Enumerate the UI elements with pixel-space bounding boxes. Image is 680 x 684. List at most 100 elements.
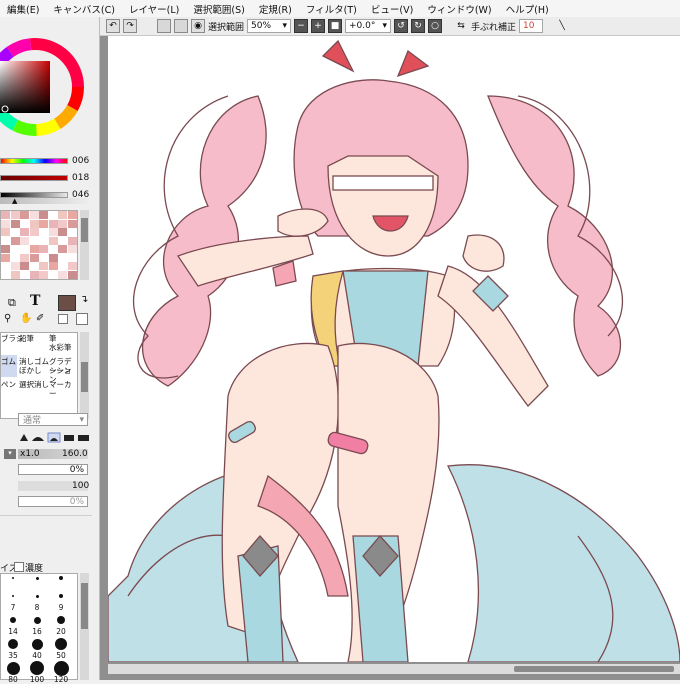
deselect-button[interactable] (157, 19, 171, 33)
color-swatch[interactable] (1, 228, 10, 236)
tool-fude[interactable]: 筆 (49, 334, 57, 343)
color-swatch[interactable] (39, 270, 48, 279)
color-swatch[interactable] (29, 270, 39, 279)
color-swatch[interactable] (58, 211, 67, 219)
brush-size-dot[interactable] (57, 616, 65, 624)
color-swatch[interactable] (29, 228, 39, 236)
menu-filter[interactable]: フィルタ(T) (299, 2, 364, 16)
zoom-in-icon[interactable]: + (311, 19, 326, 33)
color-swatch[interactable] (58, 245, 67, 253)
color-swatch[interactable] (10, 245, 20, 253)
brush-grid-scroll-thumb[interactable] (81, 583, 88, 629)
brush-size-dot[interactable] (30, 661, 44, 675)
stabilizer-select[interactable]: 10 (519, 19, 544, 33)
color-swatch[interactable] (10, 211, 20, 219)
zoom-tool-icon[interactable]: ⚲ (4, 313, 11, 324)
tool-pencil[interactable]: 鉛筆 (19, 334, 34, 343)
color-swatch[interactable] (58, 228, 67, 236)
color-swatch[interactable] (1, 270, 10, 279)
brush-size-dot[interactable] (8, 639, 18, 649)
min-density-field[interactable]: 0% (18, 496, 88, 507)
horizontal-scrollbar[interactable] (108, 664, 680, 674)
zoom-reset-icon[interactable]: ■ (328, 19, 343, 33)
color-swatch[interactable] (20, 253, 29, 262)
invert-selection-button[interactable] (174, 19, 188, 33)
color-swatch[interactable] (29, 211, 39, 219)
tool-eraser-alt[interactable]: 消しゴム (19, 357, 49, 366)
brush-size-dot[interactable] (55, 638, 67, 650)
color-swatch[interactable] (67, 211, 77, 219)
brush-shape-row[interactable] (18, 431, 98, 443)
tool-pen[interactable]: ペン (1, 380, 16, 389)
color-swatch[interactable] (58, 219, 67, 228)
color-swatch[interactable] (20, 236, 29, 245)
color-swatch[interactable] (48, 253, 58, 262)
menu-canvas[interactable]: キャンバス(C) (46, 2, 122, 16)
menu-layer[interactable]: レイヤー(L) (122, 2, 186, 16)
color-swatch[interactable] (39, 245, 48, 253)
color-swatch[interactable] (48, 236, 58, 245)
color-swatch[interactable] (10, 262, 20, 270)
brush-size-dot[interactable] (35, 594, 39, 598)
tool-scene[interactable]: シーン (49, 366, 71, 375)
brush-size-dot[interactable] (35, 576, 39, 580)
color-swatch[interactable] (67, 236, 77, 245)
color-swatch[interactable] (48, 219, 58, 228)
drawing-canvas[interactable] (108, 36, 680, 662)
color-swatch[interactable] (39, 219, 48, 228)
tool-grid-scrollbar[interactable] (80, 332, 89, 419)
swatch-scroll-thumb[interactable] (81, 218, 88, 242)
brush-size-dot[interactable] (31, 638, 43, 650)
hue-slider[interactable] (0, 158, 68, 164)
eyedropper-icon[interactable]: ✐ (36, 313, 44, 324)
color-swatch[interactable] (39, 262, 48, 270)
color-swatch[interactable] (67, 245, 77, 253)
main-color-swatch[interactable] (58, 295, 76, 311)
transparent-color-swatch[interactable] (76, 313, 88, 325)
hand-tool-icon[interactable]: ✋ (20, 313, 32, 324)
tool-grid-scroll-thumb[interactable] (81, 362, 88, 392)
min-size-field[interactable]: 0% (18, 464, 88, 475)
rotate-right-icon[interactable]: ↻ (411, 19, 426, 33)
color-swatch[interactable] (67, 219, 77, 228)
zoom-out-icon[interactable]: − (294, 19, 309, 33)
rotate-left-icon[interactable]: ↺ (394, 19, 409, 33)
color-swatch[interactable] (10, 270, 20, 279)
color-swatch[interactable] (58, 253, 67, 262)
color-swatch[interactable] (48, 211, 58, 219)
brush-size-dot[interactable] (12, 595, 14, 597)
color-swatch[interactable] (39, 236, 48, 245)
color-swatch[interactable] (67, 270, 77, 279)
density-checkbox[interactable] (14, 562, 24, 572)
color-swatch[interactable] (1, 253, 10, 262)
menu-help[interactable]: ヘルプ(H) (499, 2, 556, 16)
color-swatch[interactable] (29, 253, 39, 262)
color-swatch[interactable] (48, 228, 58, 236)
blend-mode-select[interactable]: 通常 ▾ (18, 413, 88, 426)
brush-size-dot[interactable] (53, 660, 69, 676)
brush-size-dot[interactable] (59, 576, 63, 580)
brush-size-dot[interactable] (6, 661, 20, 675)
color-swatch[interactable] (48, 262, 58, 270)
tool-watercolor[interactable]: 水彩筆 (49, 343, 72, 352)
swatch-scrollbar[interactable] (80, 210, 89, 280)
color-wheel[interactable] (0, 17, 100, 152)
saturation-slider[interactable] (0, 175, 68, 181)
color-swatch[interactable] (1, 219, 10, 228)
color-swatch[interactable] (29, 219, 39, 228)
brush-size-dot[interactable] (12, 577, 14, 579)
pen-pressure-icon[interactable]: ╲ (555, 19, 569, 33)
tool-blur[interactable]: ぼかし (19, 366, 42, 375)
menu-window[interactable]: ウィンドウ(W) (420, 2, 498, 16)
rotate-reset-icon[interactable]: ○ (428, 19, 443, 33)
menu-ruler[interactable]: 定規(R) (252, 2, 299, 16)
zoom-select[interactable]: 50% ▾ (247, 19, 292, 33)
color-swatch[interactable] (39, 211, 48, 219)
horizontal-scroll-thumb[interactable] (514, 666, 674, 672)
brush-size-dot[interactable] (10, 617, 16, 623)
layer-select-icon[interactable]: ⧉ (8, 296, 16, 310)
tool-eraser[interactable]: ゴム (1, 357, 16, 366)
brush-size-dot[interactable] (33, 616, 41, 624)
brush-grid-scrollbar[interactable] (80, 573, 89, 680)
color-swatch[interactable] (29, 245, 39, 253)
